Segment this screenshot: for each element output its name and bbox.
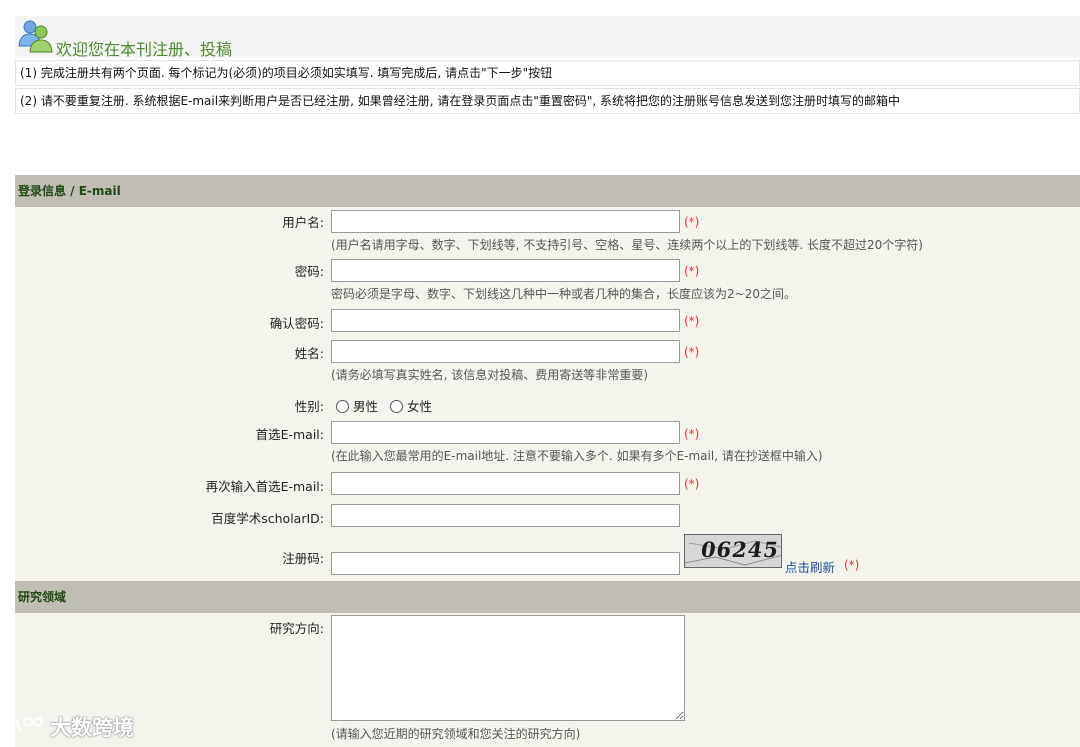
email-confirm-input[interactable] [331,472,680,495]
welcome-title: 欢迎您在本刊注册、投稿 [56,40,233,59]
watermark-logo-icon [10,717,43,733]
password-input[interactable] [331,259,680,282]
research-direction-hint: (请输入您近期的研究领域和您关注的研究方向) [331,727,581,741]
password-hint: 密码必须是字母、数字、下划线这几种中一种或者几种的集合，长度应该为2~20之间。 [331,287,796,301]
gender-female-label[interactable]: 女性 [407,399,432,414]
research-direction-textarea[interactable] [331,615,685,721]
research-direction-label: 研究方向: [269,621,324,636]
welcome-bar: 欢迎您在本刊注册、投稿 [15,16,1080,59]
password-label: 密码: [294,264,324,279]
email-confirm-required-mark: (*) [684,477,700,491]
password-required-mark: (*) [684,264,700,278]
reg-code-required-mark: (*) [844,558,860,572]
email-label: 首选E-mail: [255,427,324,442]
watermark-text: 大数跨境 [50,716,134,740]
name-required-mark: (*) [684,345,700,359]
username-input[interactable] [331,210,680,233]
gender-male-radio[interactable] [336,400,349,413]
gender-radio-group: 男性 女性 [336,396,440,415]
email-required-mark: (*) [684,427,700,441]
confirm-password-label: 确认密码: [269,316,324,331]
captcha-image: 06245 [684,534,782,568]
section-login-header: 登录信息 / E-mail [15,175,1080,207]
users-icon [18,20,53,53]
gender-male-label[interactable]: 男性 [353,399,378,414]
name-hint: (请务必填写真实姓名, 该信息对投稿、费用寄送等非常重要) [331,368,648,382]
reg-code-label: 注册码: [282,551,324,566]
name-input[interactable] [331,340,680,363]
captcha-refresh-link[interactable]: 点击刷新 [785,557,835,576]
username-hint: (用户名请用字母、数字、下划线等, 不支持引号、空格、星号、连续两个以上的下划线… [331,238,923,252]
gender-female-radio[interactable] [389,400,403,413]
scholar-id-input[interactable] [331,504,680,527]
section-research-header: 研究领域 [15,581,1080,613]
username-required-mark: (*) [684,215,700,229]
captcha-text: 06245 [699,537,781,562]
notice-1: (1) 完成注册共有两个页面. 每个标记为(必须)的项目必须如实填写. 填写完成… [15,60,1080,86]
gender-label: 性别: [294,399,324,414]
confirm-password-input[interactable] [331,309,680,332]
email-confirm-label: 再次输入首选E-mail: [205,479,324,494]
email-input[interactable] [331,421,680,444]
scholar-id-label: 百度学术scholarID: [211,511,324,526]
confirm-password-required-mark: (*) [684,314,700,328]
reg-code-input[interactable] [331,552,680,575]
name-label: 姓名: [294,346,324,361]
notice-2: (2) 请不要重复注册. 系统根据E-mail来判断用户是否已经注册, 如果曾经… [15,88,1080,114]
email-hint: (在此输入您最常用的E-mail地址. 注意不要输入多个. 如果有多个E-mai… [331,449,823,463]
username-label: 用户名: [282,215,324,230]
